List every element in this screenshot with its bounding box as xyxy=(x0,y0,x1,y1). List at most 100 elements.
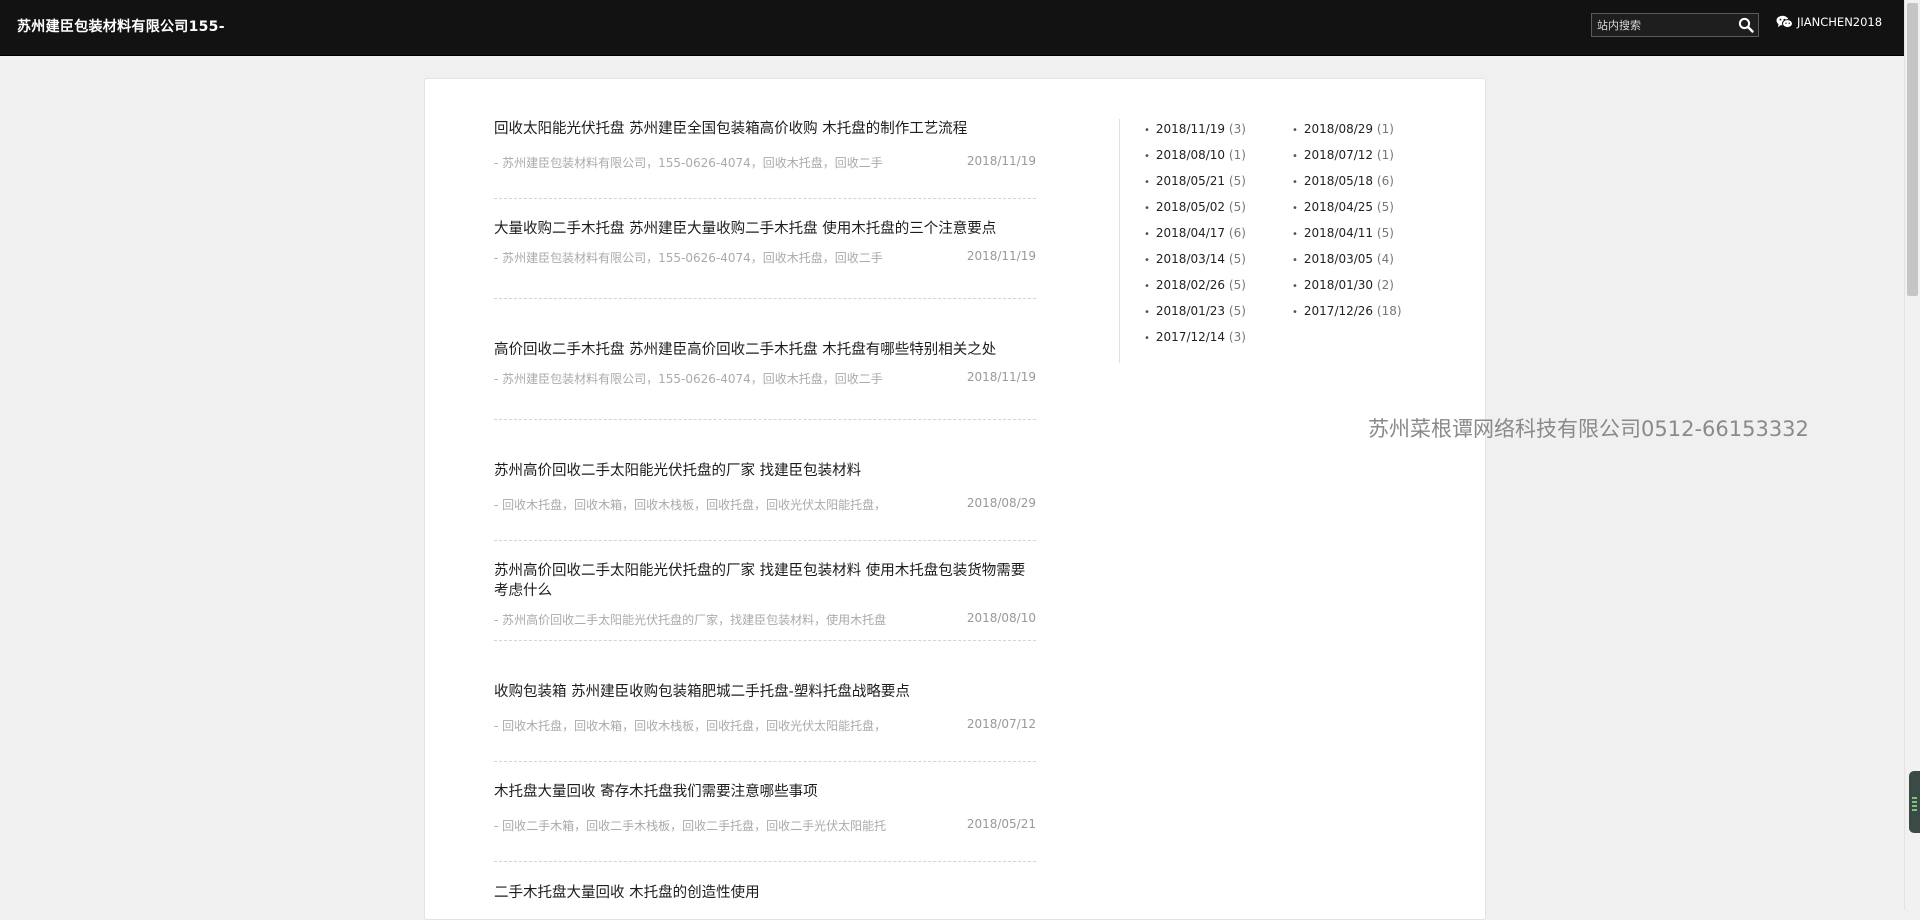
post-item: 大量收购二手木托盘 苏州建臣大量收购二手木托盘 使用木托盘的三个注意要点 - 苏… xyxy=(494,219,1036,299)
post-meta: - 回收二手木箱，回收二手木栈板，回收二手托盘，回收二手光伏太阳能托 2018/… xyxy=(494,817,1036,834)
archive-date: 2018/04/11 xyxy=(1303,226,1374,240)
sidebar-divider xyxy=(1119,119,1120,363)
archive-count: (1) xyxy=(1228,148,1246,162)
search-box xyxy=(1591,13,1759,37)
archive-item[interactable]: • 2018/08/10 (1) xyxy=(1144,148,1246,162)
archive-item[interactable]: • 2018/01/23 (5) xyxy=(1144,304,1246,318)
archive-count: (6) xyxy=(1376,174,1394,188)
wechat-icon xyxy=(1776,15,1793,29)
archive-item[interactable]: • 2018/04/11 (5) xyxy=(1292,226,1394,240)
archive-item[interactable]: • 2018/11/19 (3) xyxy=(1144,122,1246,136)
post-meta: - 苏州建臣包装材料有限公司，155-0626-4074，回收木托盘，回收二手 … xyxy=(494,154,1036,171)
post-title[interactable]: 收购包装箱 苏州建臣收购包装箱肥城二手托盘-塑料托盘战略要点 xyxy=(494,682,1036,702)
bullet-icon: • xyxy=(1144,255,1150,266)
top-navbar: 苏州建臣包装材料有限公司155- JIANCHEN2018 xyxy=(0,0,1904,56)
archive-item[interactable]: • 2018/01/30 (2) xyxy=(1292,278,1394,292)
archive-item[interactable]: • 2017/12/14 (3) xyxy=(1144,330,1246,344)
post-excerpt: - 苏州建臣包装材料有限公司，155-0626-4074，回收木托盘，回收二手 xyxy=(494,251,883,265)
post-item: 二手木托盘大量回收 木托盘的创造性使用 xyxy=(494,883,1036,913)
side-widget-tab[interactable] xyxy=(1909,771,1920,833)
post-title[interactable]: 苏州高价回收二手太阳能光伏托盘的厂家 找建臣包装材料 xyxy=(494,461,1036,481)
post-item: 苏州高价回收二手太阳能光伏托盘的厂家 找建臣包装材料 - 回收木托盘，回收木箱，… xyxy=(494,461,1036,541)
archive-count: (5) xyxy=(1228,200,1246,214)
bullet-icon: • xyxy=(1292,255,1298,266)
archive-item[interactable]: • 2018/05/21 (5) xyxy=(1144,174,1246,188)
post-meta: - 回收木托盘，回收木箱，回收木栈板，回收托盘，回收光伏太阳能托盘， 2018/… xyxy=(494,717,1036,734)
watermark-text: 苏州菜根谭网络科技有限公司0512-66153332 xyxy=(1368,417,1809,441)
archive-item[interactable]: • 2018/02/26 (5) xyxy=(1144,278,1246,292)
post-title[interactable]: 回收太阳能光伏托盘 苏州建臣全国包装箱高价收购 木托盘的制作工艺流程 xyxy=(494,119,1036,139)
archive-count: (2) xyxy=(1376,278,1394,292)
archive-date: 2018/07/12 xyxy=(1303,148,1374,162)
archive-date: 2017/12/14 xyxy=(1155,330,1226,344)
archive-date: 2018/03/14 xyxy=(1155,252,1226,266)
archive-date: 2018/05/02 xyxy=(1155,200,1226,214)
wechat-link[interactable]: JIANCHEN2018 xyxy=(1776,15,1882,29)
post-date: 2018/11/19 xyxy=(966,249,1036,263)
archive-item[interactable]: • 2018/05/18 (6) xyxy=(1292,174,1394,188)
archive-count: (5) xyxy=(1228,252,1246,266)
archive-item[interactable]: • 2018/03/05 (4) xyxy=(1292,252,1394,266)
post-title[interactable]: 大量收购二手木托盘 苏州建臣大量收购二手木托盘 使用木托盘的三个注意要点 xyxy=(494,219,1036,239)
bullet-icon: • xyxy=(1292,229,1298,240)
bullet-icon: • xyxy=(1144,177,1150,188)
archive-item[interactable]: • 2018/05/02 (5) xyxy=(1144,200,1246,214)
post-date: 2018/08/10 xyxy=(966,611,1036,625)
archive-count: (1) xyxy=(1376,148,1394,162)
archive-item[interactable]: • 2018/07/12 (1) xyxy=(1292,148,1394,162)
bullet-icon: • xyxy=(1292,177,1298,188)
post-excerpt: - 苏州高价回收二手太阳能光伏托盘的厂家，找建臣包装材料，使用木托盘 xyxy=(494,613,887,627)
archive-item[interactable]: • 2017/12/26 (18) xyxy=(1292,304,1402,318)
content-card: 回收太阳能光伏托盘 苏州建臣全国包装箱高价收购 木托盘的制作工艺流程 - 苏州建… xyxy=(424,78,1486,920)
archive-date: 2018/05/18 xyxy=(1303,174,1374,188)
archive-date: 2018/04/17 xyxy=(1155,226,1226,240)
post-date: 2018/05/21 xyxy=(966,817,1036,831)
post-title[interactable]: 高价回收二手木托盘 苏州建臣高价回收二手木托盘 木托盘有哪些特别相关之处 xyxy=(494,340,1036,360)
archive-item[interactable]: • 2018/04/17 (6) xyxy=(1144,226,1246,240)
archive-date: 2018/01/23 xyxy=(1155,304,1226,318)
search-input[interactable] xyxy=(1592,14,1737,36)
archive-date: 2018/08/10 xyxy=(1155,148,1226,162)
post-title[interactable]: 二手木托盘大量回收 木托盘的创造性使用 xyxy=(494,883,1036,903)
bullet-icon: • xyxy=(1144,125,1150,136)
post-item: 高价回收二手木托盘 苏州建臣高价回收二手木托盘 木托盘有哪些特别相关之处 - 苏… xyxy=(494,340,1036,420)
archive-count: (5) xyxy=(1376,226,1394,240)
archive-count: (4) xyxy=(1376,252,1394,266)
bullet-icon: • xyxy=(1144,151,1150,162)
post-title[interactable]: 木托盘大量回收 寄存木托盘我们需要注意哪些事项 xyxy=(494,782,1036,802)
bullet-icon: • xyxy=(1144,203,1150,214)
post-date: 2018/08/29 xyxy=(966,496,1036,510)
bullet-icon: • xyxy=(1144,307,1150,318)
archive-count: (18) xyxy=(1376,304,1402,318)
post-meta: - 回收木托盘，回收木箱，回收木栈板，回收托盘，回收光伏太阳能托盘， 2018/… xyxy=(494,496,1036,513)
post-date: 2018/07/12 xyxy=(966,717,1036,731)
post-title[interactable]: 苏州高价回收二手太阳能光伏托盘的厂家 找建臣包装材料 使用木托盘包装货物需要考虑… xyxy=(494,561,1036,601)
post-excerpt: - 苏州建臣包装材料有限公司，155-0626-4074，回收木托盘，回收二手 xyxy=(494,372,883,386)
post-meta: - 苏州高价回收二手太阳能光伏托盘的厂家，找建臣包装材料，使用木托盘 2018/… xyxy=(494,611,1036,628)
bullet-icon: • xyxy=(1292,281,1298,292)
bullet-icon: • xyxy=(1144,281,1150,292)
archive-date: 2018/02/26 xyxy=(1155,278,1226,292)
bullet-icon: • xyxy=(1292,151,1298,162)
post-date: 2018/11/19 xyxy=(966,154,1036,168)
scrollbar-thumb[interactable] xyxy=(1907,3,1918,296)
archive-count: (5) xyxy=(1228,174,1246,188)
archive-date: 2017/12/26 xyxy=(1303,304,1374,318)
archive-date: 2018/03/05 xyxy=(1303,252,1374,266)
post-excerpt: - 苏州建臣包装材料有限公司，155-0626-4074，回收木托盘，回收二手 xyxy=(494,156,883,170)
archive-date: 2018/11/19 xyxy=(1155,122,1226,136)
post-date: 2018/11/19 xyxy=(966,370,1036,384)
archive-item[interactable]: • 2018/03/14 (5) xyxy=(1144,252,1246,266)
archive-count: (1) xyxy=(1376,122,1394,136)
site-title[interactable]: 苏州建臣包装材料有限公司155- xyxy=(17,16,225,36)
search-icon[interactable] xyxy=(1738,17,1754,33)
archive-item[interactable]: • 2018/08/29 (1) xyxy=(1292,122,1394,136)
archive-date: 2018/01/30 xyxy=(1303,278,1374,292)
archive-date: 2018/04/25 xyxy=(1303,200,1374,214)
post-meta: - 苏州建臣包装材料有限公司，155-0626-4074，回收木托盘，回收二手 … xyxy=(494,370,1036,387)
post-meta: - 苏州建臣包装材料有限公司，155-0626-4074，回收木托盘，回收二手 … xyxy=(494,249,1036,266)
archive-item[interactable]: • 2018/04/25 (5) xyxy=(1292,200,1394,214)
archive-count: (3) xyxy=(1228,122,1246,136)
archive-date: 2018/05/21 xyxy=(1155,174,1226,188)
archive-date: 2018/08/29 xyxy=(1303,122,1374,136)
